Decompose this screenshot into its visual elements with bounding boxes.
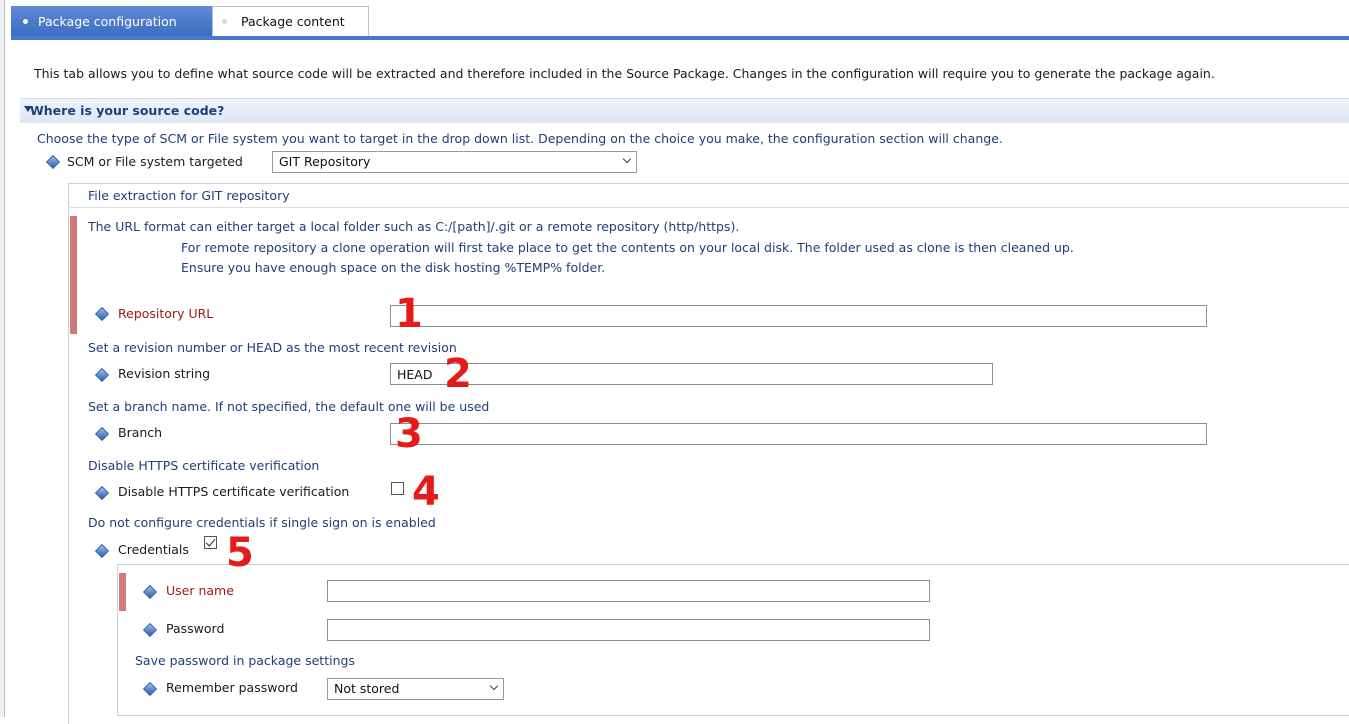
section-description: Choose the type of SCM or File system yo… <box>37 131 1003 146</box>
tab-label: Package content <box>241 14 345 29</box>
error-indicator-bar <box>119 573 126 611</box>
password-label: Password <box>166 621 225 636</box>
git-panel-title: File extraction for GIT repository <box>88 188 290 203</box>
remember-password-select[interactable]: Not stored <box>327 678 504 700</box>
tab-package-configuration[interactable]: Package configuration <box>11 6 212 36</box>
panel-divider <box>68 207 1349 208</box>
annotation-3: 3 <box>395 411 423 457</box>
branch-input[interactable] <box>390 423 1207 445</box>
revision-label: Revision string <box>118 366 211 381</box>
repository-url-label: Repository URL <box>118 306 214 321</box>
field-diamond-icon <box>45 154 61 170</box>
annotation-2: 2 <box>444 351 472 397</box>
tab-dot-icon <box>222 19 227 24</box>
annotation-1: 1 <box>395 291 423 337</box>
username-label: User name <box>166 583 234 598</box>
chevron-down-icon <box>489 681 499 691</box>
annotation-5: 5 <box>226 530 254 576</box>
credentials-label: Credentials <box>118 542 189 557</box>
revision-help: Set a revision number or HEAD as the mos… <box>88 340 457 355</box>
remember-password-value: Not stored <box>334 681 400 696</box>
save-password-help: Save password in package settings <box>135 653 355 668</box>
error-indicator-bar <box>70 216 77 334</box>
https-label: Disable HTTPS certificate verification <box>118 484 350 499</box>
tab-bar: Package configuration Package content <box>5 0 1349 40</box>
scm-label: SCM or File system targeted <box>67 154 243 169</box>
tab-package-content[interactable]: Package content <box>212 6 369 36</box>
tab-dot-icon <box>23 18 28 24</box>
scm-select-value: GIT Repository <box>279 154 371 169</box>
revision-input[interactable] <box>390 363 993 385</box>
password-input[interactable] <box>327 619 930 641</box>
checkmark-icon <box>205 536 216 547</box>
tab-underline <box>11 36 1349 40</box>
remember-password-label: Remember password <box>166 680 298 695</box>
chevron-down-icon <box>622 154 632 164</box>
scm-select[interactable]: GIT Repository <box>272 151 637 173</box>
url-help-line-3: Ensure you have enough space on the disk… <box>181 260 606 275</box>
url-help-line-2: For remote repository a clone operation … <box>181 240 1074 255</box>
branch-label: Branch <box>118 425 163 440</box>
repository-url-input[interactable] <box>390 305 1207 327</box>
disable-https-checkbox[interactable] <box>391 482 404 495</box>
tab-label: Package configuration <box>38 13 177 29</box>
username-input[interactable] <box>327 580 930 602</box>
annotation-4: 4 <box>412 469 440 515</box>
window-left-edge <box>0 0 5 717</box>
branch-help: Set a branch name. If not specified, the… <box>88 399 490 414</box>
url-help-line-1: The URL format can either target a local… <box>88 219 740 234</box>
credentials-checkbox[interactable] <box>204 536 217 549</box>
credentials-help: Do not configure credentials if single s… <box>88 515 436 530</box>
section-title: Where is your source code? <box>30 103 225 118</box>
https-help: Disable HTTPS certificate verification <box>88 458 320 473</box>
intro-text: This tab allows you to define what sourc… <box>34 66 1215 81</box>
